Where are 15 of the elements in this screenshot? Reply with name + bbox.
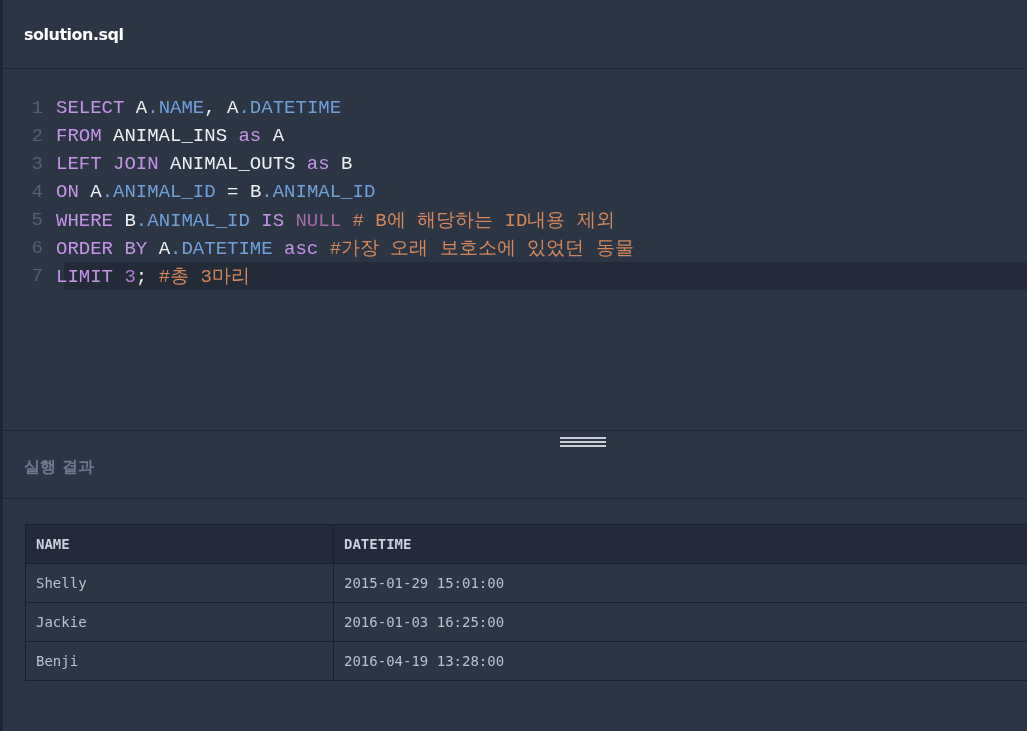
table-cell: Jackie: [25, 602, 334, 642]
table-cell: Benji: [25, 641, 334, 681]
code-line: WHERE B.ANIMAL_ID IS NULL # B에 해당하는 ID내용 제외: [56, 209, 615, 233]
code-line: LIMIT 3; #총 3마리: [56, 265, 250, 289]
code-line: LEFT JOIN ANIMAL_OUTS as B: [56, 153, 353, 175]
table-cell: Shelly: [25, 563, 334, 603]
drag-handle-icon[interactable]: [560, 437, 606, 448]
file-title: solution.sql: [24, 24, 124, 44]
column-header: NAME: [25, 524, 334, 564]
column-header: DATETIME: [333, 524, 1027, 564]
code-line: SELECT A.NAME, A.DATETIME: [56, 97, 342, 119]
code-line: ORDER BY A.DATETIME asc #가장 오래 보호소에 있었던 동물: [56, 237, 634, 261]
code-line: ON A.ANIMAL_ID = B.ANIMAL_ID: [56, 181, 376, 203]
code-line: FROM ANIMAL_INS as A: [56, 125, 285, 147]
results-title: 실행 결과: [24, 457, 95, 478]
